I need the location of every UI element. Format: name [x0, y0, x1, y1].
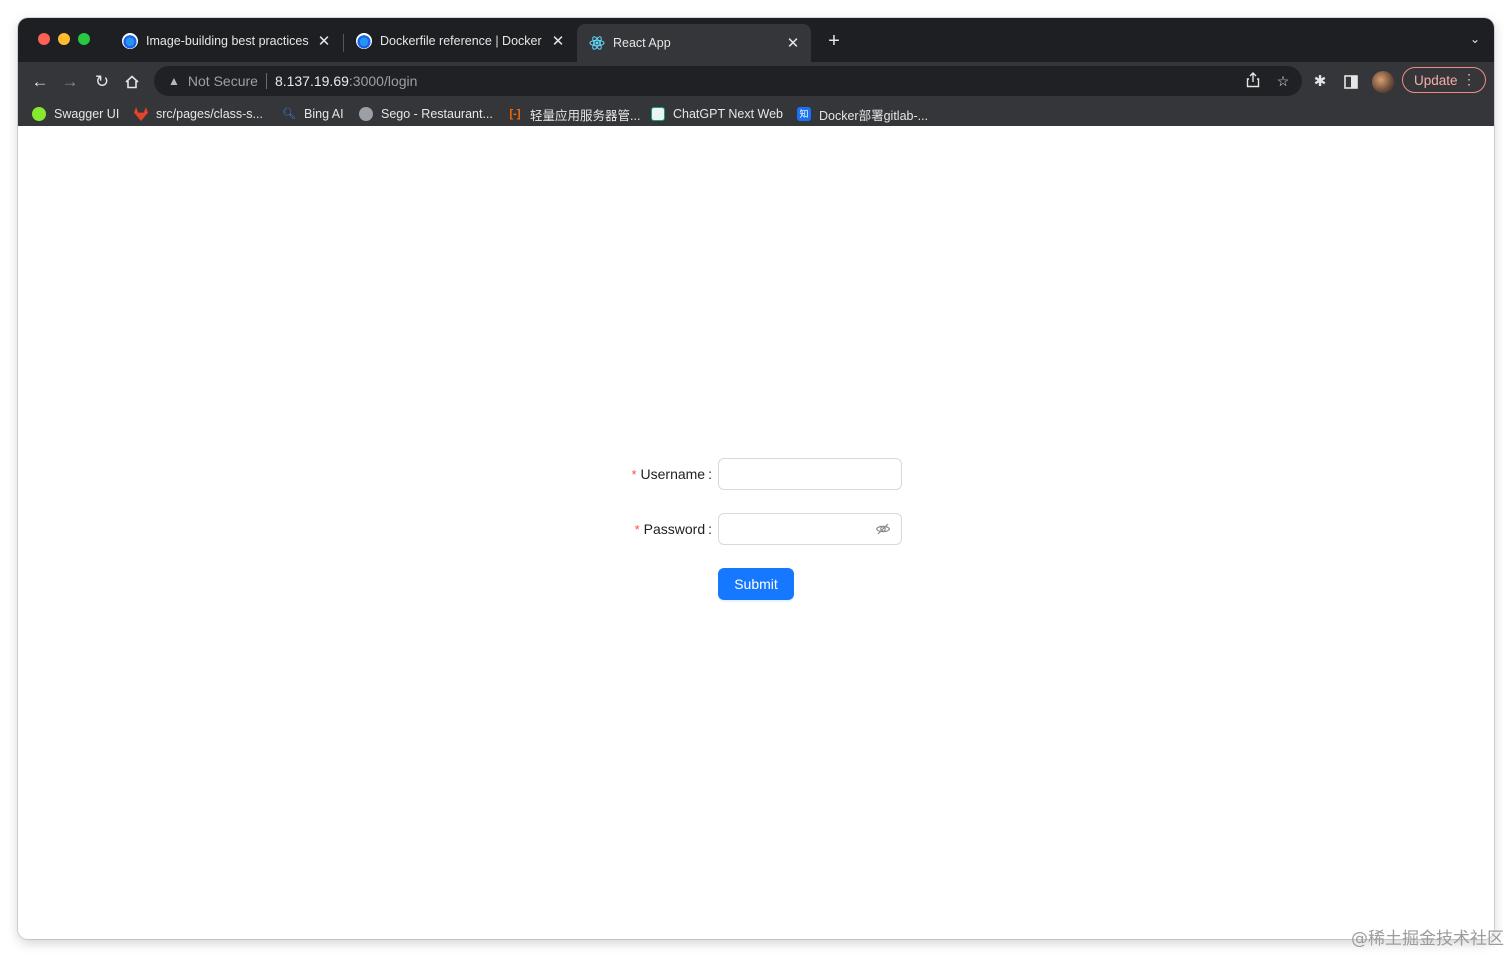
password-field[interactable] — [718, 513, 902, 546]
docker-icon — [122, 33, 138, 49]
bookmark-swagger[interactable]: Swagger UI — [32, 104, 119, 124]
chatgpt-icon — [651, 107, 665, 121]
address-divider — [265, 73, 267, 89]
label-colon: : — [708, 521, 712, 537]
home-icon[interactable] — [120, 70, 144, 94]
back-arrow-icon[interactable]: ← — [28, 70, 52, 94]
bookmark-label: 轻量应用服务器管... — [530, 108, 641, 123]
swagger-icon — [32, 107, 46, 121]
page-content: * Username: * Password: Submit — [18, 126, 1494, 939]
eye-invisible-icon[interactable] — [875, 521, 891, 537]
bookmark-label: Docker部署gitlab-... — [819, 108, 929, 123]
bing-search-icon: 🔍︎ — [282, 108, 296, 120]
react-icon — [589, 35, 605, 51]
username-field[interactable] — [718, 458, 902, 491]
password-input[interactable] — [729, 514, 883, 546]
url-path: :3000/login — [348, 73, 418, 89]
submit-button[interactable]: Submit — [718, 568, 794, 600]
password-row: * Password: — [618, 513, 712, 545]
username-label: * Username: — [631, 466, 712, 482]
minimize-window-button[interactable] — [58, 33, 70, 45]
url-host: 8.137.19.69 — [274, 73, 349, 89]
reload-icon[interactable]: ↻ — [90, 70, 114, 94]
update-button[interactable]: Update ⋮ — [1402, 67, 1486, 93]
browser-window: Image-building best practices ✕ Dockerfi… — [18, 18, 1494, 939]
bookmark-label: Sego - Restaurant... — [381, 107, 493, 121]
password-label-text: Password — [643, 521, 706, 537]
bookmark-label: Bing AI — [304, 107, 344, 121]
close-icon[interactable]: ✕ — [316, 32, 332, 50]
watermark: @稀土掘金技术社区 — [1351, 929, 1504, 949]
username-label-text: Username — [640, 466, 706, 482]
profile-avatar[interactable] — [1372, 71, 1394, 93]
bookmarks-bar: Swagger UI src/pages/class-s... 🔍︎ Bing … — [18, 102, 1494, 127]
username-row: * Username: — [618, 458, 712, 490]
required-marker: * — [634, 522, 640, 537]
maximize-window-button[interactable] — [78, 33, 90, 45]
tab-search-chevron-icon[interactable]: ⌄ — [1470, 32, 1480, 46]
zhihu-icon: 知 — [797, 107, 811, 121]
security-label[interactable]: Not Secure — [188, 73, 258, 89]
update-label: Update — [1414, 72, 1458, 88]
tab-image-building[interactable]: Image-building best practices ✕ — [110, 24, 342, 58]
gitlab-icon — [134, 107, 148, 121]
bookmark-chatgpt[interactable]: ChatGPT Next Web — [651, 104, 783, 124]
globe-icon — [359, 107, 373, 121]
tab-react-app[interactable]: React App ✕ — [577, 24, 811, 62]
bookmark-gitlab[interactable]: src/pages/class-s... — [134, 104, 263, 124]
username-input[interactable] — [729, 459, 883, 491]
aliyun-icon: [-] — [509, 108, 521, 120]
bookmark-sego[interactable]: Sego - Restaurant... — [359, 104, 493, 124]
tab-title: React App — [613, 36, 671, 50]
close-icon[interactable]: ✕ — [785, 34, 801, 52]
bookmark-bing-ai[interactable]: 🔍︎ Bing AI — [282, 104, 344, 124]
required-marker: * — [631, 467, 637, 482]
new-tab-button[interactable]: + — [824, 30, 844, 53]
close-icon[interactable]: ✕ — [550, 32, 566, 50]
address-bar[interactable]: ▲ Not Secure 8.137.19.69 :3000/login ☆ — [154, 66, 1302, 96]
close-window-button[interactable] — [38, 33, 50, 45]
more-menu-icon[interactable]: ⋮ — [1462, 71, 1476, 88]
bookmark-label: Swagger UI — [54, 107, 120, 121]
warning-triangle-icon[interactable]: ▲ — [168, 74, 180, 88]
tab-strip: Image-building best practices ✕ Dockerfi… — [18, 18, 1494, 62]
docker-icon — [356, 33, 372, 49]
password-label: * Password: — [635, 521, 712, 537]
tab-title: Image-building best practices — [146, 34, 309, 48]
forward-arrow-icon[interactable]: → — [58, 70, 82, 94]
label-colon: : — [708, 466, 712, 482]
tab-title: Dockerfile reference | Docker D — [380, 34, 544, 48]
share-icon[interactable] — [1244, 72, 1262, 90]
side-panel-icon[interactable] — [1341, 72, 1361, 92]
bookmark-star-icon[interactable]: ☆ — [1274, 72, 1292, 90]
browser-toolbar: ← → ↻ ▲ Not Secure 8.137.19.69 :3000/log… — [18, 62, 1494, 102]
extensions-puzzle-icon[interactable]: ✱ — [1310, 72, 1330, 92]
tab-dockerfile-reference[interactable]: Dockerfile reference | Docker D ✕ — [344, 24, 576, 58]
bookmark-zhihu[interactable]: 知 Docker部署gitlab-... — [797, 104, 928, 124]
bookmark-aliyun[interactable]: [-] 轻量应用服务器管... — [508, 104, 641, 124]
bookmark-label: src/pages/class-s... — [156, 107, 263, 121]
bookmark-label: ChatGPT Next Web — [673, 107, 783, 121]
